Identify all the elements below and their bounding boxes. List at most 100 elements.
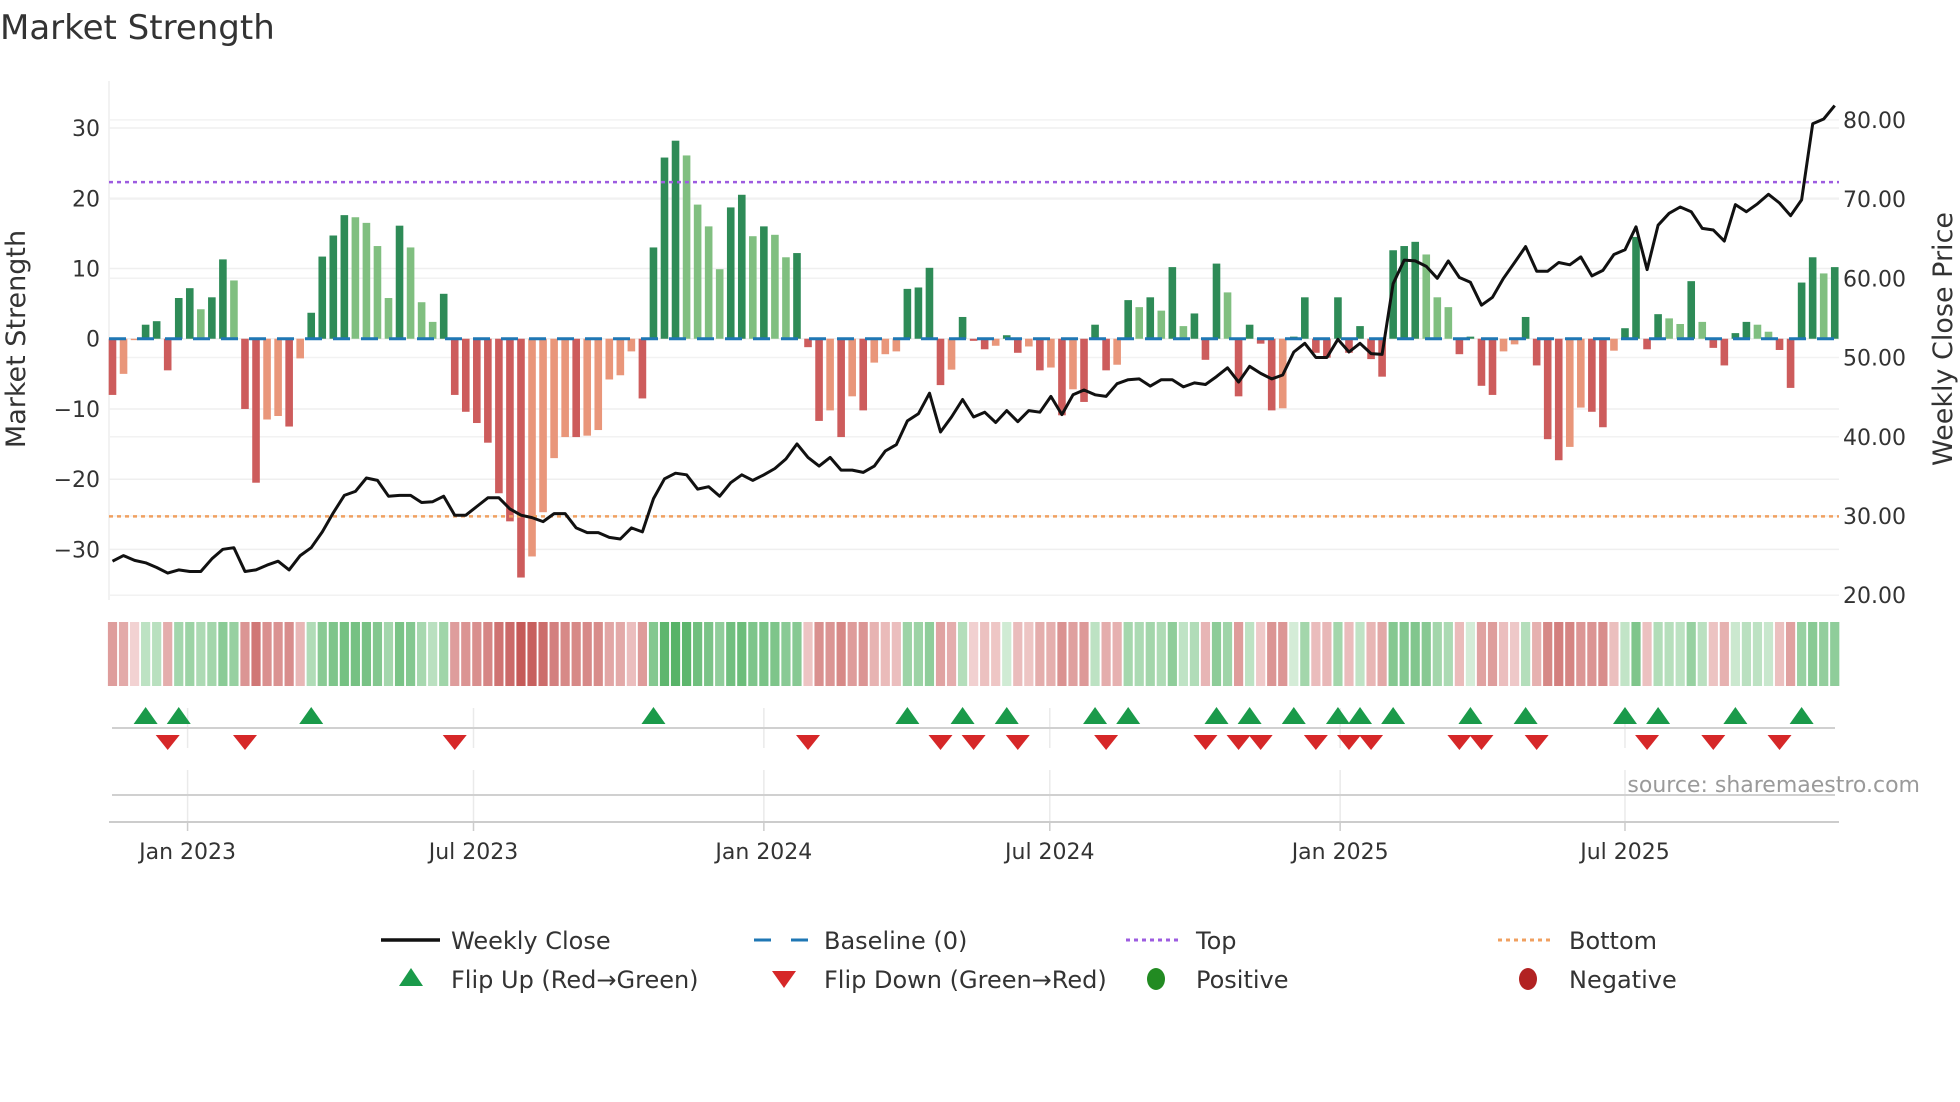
heatmap-cell — [836, 622, 846, 686]
heatmap-cell — [1498, 622, 1509, 686]
strength-bar — [263, 338, 271, 420]
strength-bar — [1543, 338, 1552, 440]
strength-bar — [749, 236, 757, 339]
strength-bar — [307, 312, 316, 339]
heatmap-cell — [969, 622, 979, 686]
flip-down-marker — [1094, 735, 1119, 750]
strength-bar — [1786, 338, 1795, 388]
flip-up-marker — [1237, 707, 1262, 724]
strength-bar — [1058, 338, 1066, 416]
heatmap-cell — [748, 622, 758, 686]
strength-bar — [1212, 263, 1221, 339]
strength-bar — [484, 338, 492, 443]
strength-bar — [737, 194, 746, 339]
flip-up-marker — [1612, 707, 1637, 724]
legend-label-close: Weekly Close — [451, 927, 611, 955]
heatmap-cell — [1587, 622, 1597, 686]
strength-bar — [495, 338, 503, 494]
y-tick-label: 10 — [72, 258, 100, 283]
heatmap-cell — [924, 622, 935, 686]
strength-bar — [925, 267, 934, 339]
strength-bar — [219, 259, 227, 339]
heatmap-cell — [284, 622, 294, 686]
strength-bar — [1753, 324, 1762, 339]
strength-bar — [903, 288, 912, 339]
strength-bar — [881, 338, 890, 355]
strength-bar — [473, 338, 481, 424]
strength-bar — [594, 338, 603, 431]
chart-title: Market Strength — [0, 8, 275, 48]
strength-bar — [1047, 338, 1055, 368]
strength-bar — [1554, 338, 1563, 461]
flip-up-marker — [1281, 707, 1306, 724]
heatmap-cell — [891, 622, 901, 686]
y2-tick-label: 20.00 — [1843, 584, 1906, 609]
strength-bar — [969, 338, 978, 341]
legend-label-top: Top — [1195, 927, 1237, 955]
flip-down-marker — [1248, 735, 1273, 750]
flip-up-marker — [1381, 707, 1406, 724]
heatmap-cell — [1046, 622, 1056, 686]
heatmap-cell — [163, 622, 173, 686]
heatmap-cell — [1134, 622, 1144, 686]
flip-down-marker — [1635, 735, 1660, 750]
heatmap-cell — [1454, 622, 1464, 686]
heatmap-cell — [472, 622, 482, 686]
heatmap-cell — [1785, 622, 1796, 686]
heatmap-cell — [1222, 622, 1233, 686]
strength-bar — [1124, 300, 1132, 339]
strength-bar — [1356, 326, 1364, 339]
strength-bar — [1488, 338, 1497, 395]
heatmap-cell — [560, 622, 570, 686]
heatmap-cell — [1609, 622, 1619, 686]
heatmap-cell — [571, 622, 581, 686]
strength-bar — [892, 338, 901, 352]
strength-bar — [539, 338, 547, 513]
strength-bar — [1610, 338, 1618, 351]
heatmap-cell — [505, 622, 515, 686]
heatmap-cell — [1278, 622, 1288, 686]
heatmap-cell — [516, 622, 526, 686]
heatmap-cell — [339, 622, 349, 686]
strength-bar — [1455, 338, 1464, 355]
strength-bar — [252, 338, 260, 483]
heatmap-cell — [1090, 622, 1100, 686]
heatmap-cell — [1333, 622, 1343, 686]
heatmap-cell — [1079, 622, 1089, 686]
heatmap-cell — [218, 622, 228, 686]
heatmap-cell — [295, 622, 305, 686]
strength-bar — [274, 338, 282, 416]
strength-bar — [208, 297, 216, 339]
strength-bar — [1411, 241, 1420, 339]
strength-bar — [793, 253, 801, 339]
heatmap-cell — [107, 622, 118, 686]
flip-up-marker — [1723, 707, 1748, 724]
heatmap-cell — [1410, 622, 1420, 686]
y2-tick-label: 60.00 — [1843, 267, 1906, 292]
y-tick-label: 0 — [86, 328, 100, 353]
strength-bar — [1069, 338, 1077, 390]
heatmap-cell — [450, 622, 460, 686]
x-tick-label: Jul 2025 — [1578, 840, 1670, 865]
strength-bar — [197, 309, 205, 339]
strength-bar — [1301, 297, 1309, 339]
heatmap-cell — [1211, 622, 1222, 686]
flip-up-marker — [994, 707, 1019, 724]
flip-down-marker — [796, 735, 821, 750]
flip-down-marker — [1524, 735, 1549, 750]
flip-down-marker — [232, 735, 257, 750]
heatmap-cell — [637, 622, 648, 686]
heatmap-cell — [593, 622, 603, 686]
strength-bar — [506, 338, 514, 522]
strength-bar — [119, 338, 128, 374]
strength-bar — [1157, 310, 1166, 339]
heatmap-cell — [726, 622, 736, 686]
y2-tick-label: 30.00 — [1843, 505, 1906, 530]
heatmap-cell — [1521, 622, 1531, 686]
strength-bar — [428, 321, 437, 339]
heatmap-cell — [847, 622, 857, 686]
strength-bar — [373, 246, 382, 339]
flip-up-marker — [1116, 707, 1141, 724]
strength-bar — [439, 293, 448, 339]
y-axis-ticks: 30 20 10 0 −10 −20 −30 — [54, 117, 100, 563]
